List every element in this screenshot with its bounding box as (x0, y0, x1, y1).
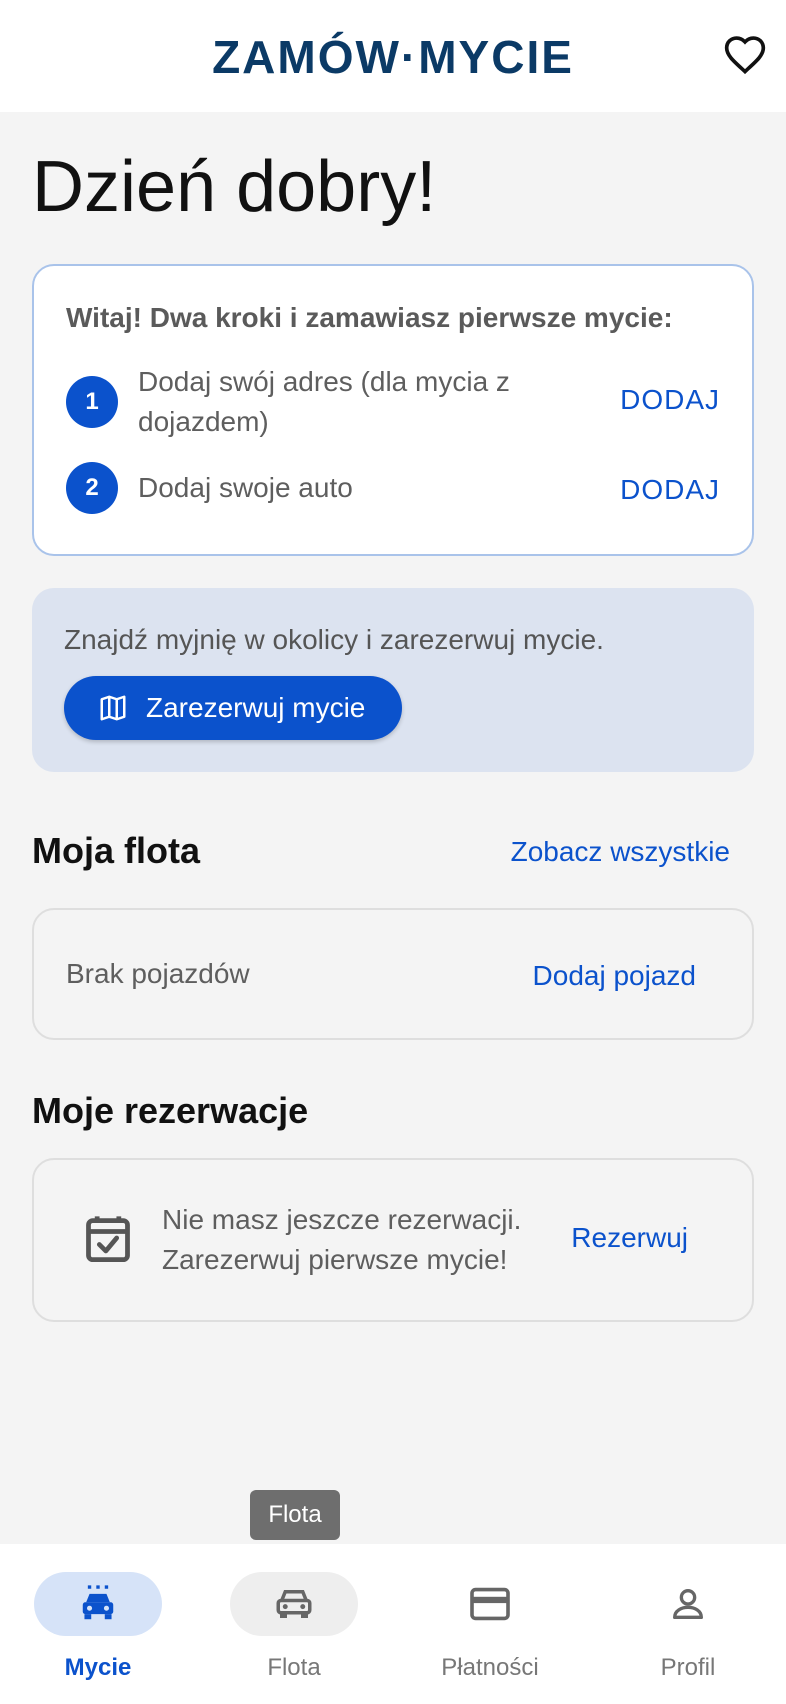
app-logo: ZAMÓW·MYCIE (212, 31, 574, 83)
map-icon (100, 695, 126, 721)
onboarding-card: Witaj! Dwa kroki i zamawiasz pierwsze my… (32, 264, 754, 556)
app-root: ZAMÓW·MYCIE Dzień dobry! Witaj! Dwa krok… (0, 0, 786, 1704)
reservations-empty-card: Nie masz jeszcze rezerwacji. Zarezerwuj … (32, 1158, 754, 1322)
nav-label-platnosci: Płatności (441, 1654, 539, 1681)
reserve-wash-label: Zarezerwuj mycie (146, 692, 366, 723)
nav-item-profil[interactable]: Profil (590, 1572, 786, 1682)
step-text: Dodaj swoje auto (138, 472, 353, 503)
nav-pill (426, 1572, 554, 1636)
person-icon (673, 1589, 703, 1619)
bottom-navigation: Mycie Flota Płatności Profil (0, 1544, 786, 1704)
step-text: Dodaj swój adres (dla mycia z dojazdem) (138, 366, 510, 437)
favorites-button[interactable] (722, 34, 768, 78)
nav-label-profil: Profil (660, 1654, 716, 1681)
nav-label-mycie: Mycie (64, 1654, 132, 1681)
nav-item-platnosci[interactable]: Płatności (392, 1572, 588, 1682)
car-icon (276, 1590, 312, 1618)
car-wash-icon (82, 1585, 114, 1620)
greeting-title: Dzień dobry! (32, 147, 437, 227)
onboarding-step-address: 1 Dodaj swój adres (dla mycia z dojazdem… (66, 362, 722, 442)
reservations-section-title: Moje rezerwacje (32, 1090, 309, 1131)
promo-text: Znajdź myjnię w okolicy i zarezerwuj myc… (64, 624, 604, 655)
app-header: ZAMÓW·MYCIE (0, 0, 786, 112)
nav-tooltip: Flota (250, 1490, 340, 1540)
reservations-empty-line2: Zarezerwuj pierwsze mycie! (162, 1244, 508, 1275)
onboarding-step-car: 2 Dodaj swoje auto DODAJ (66, 462, 722, 514)
nav-label-flota: Flota (267, 1654, 321, 1681)
reserve-button[interactable]: Rezerwuj (571, 1222, 688, 1254)
credit-card-icon (470, 1587, 510, 1621)
see-all-fleet-link[interactable]: Zobacz wszystkie (511, 836, 730, 868)
add-address-button[interactable]: DODAJ (620, 384, 720, 416)
nav-active-indicator (34, 1572, 162, 1636)
step-number-badge: 1 (66, 376, 118, 428)
nav-item-flota[interactable]: Flota (196, 1572, 392, 1682)
nav-item-mycie[interactable]: Mycie (0, 1572, 196, 1682)
reservations-empty-line1: Nie masz jeszcze rezerwacji. (162, 1204, 522, 1235)
nav-hover-indicator (230, 1572, 358, 1636)
onboarding-title: Witaj! Dwa kroki i zamawiasz pierwsze my… (66, 302, 673, 333)
add-car-button[interactable]: DODAJ (620, 474, 720, 506)
reserve-wash-button[interactable]: Zarezerwuj mycie (64, 676, 402, 740)
nav-pill (624, 1572, 752, 1636)
calendar-check-icon (86, 1216, 130, 1263)
fleet-empty-text: Brak pojazdów (66, 958, 250, 989)
step-number-badge: 2 (66, 462, 118, 514)
heart-outline-icon (724, 36, 766, 75)
fleet-empty-card: Brak pojazdów Dodaj pojazd (32, 908, 754, 1040)
fleet-section-title: Moja flota (32, 830, 200, 871)
add-vehicle-button[interactable]: Dodaj pojazd (533, 960, 696, 992)
reserve-promo-card: Znajdź myjnię w okolicy i zarezerwuj myc… (32, 588, 754, 772)
